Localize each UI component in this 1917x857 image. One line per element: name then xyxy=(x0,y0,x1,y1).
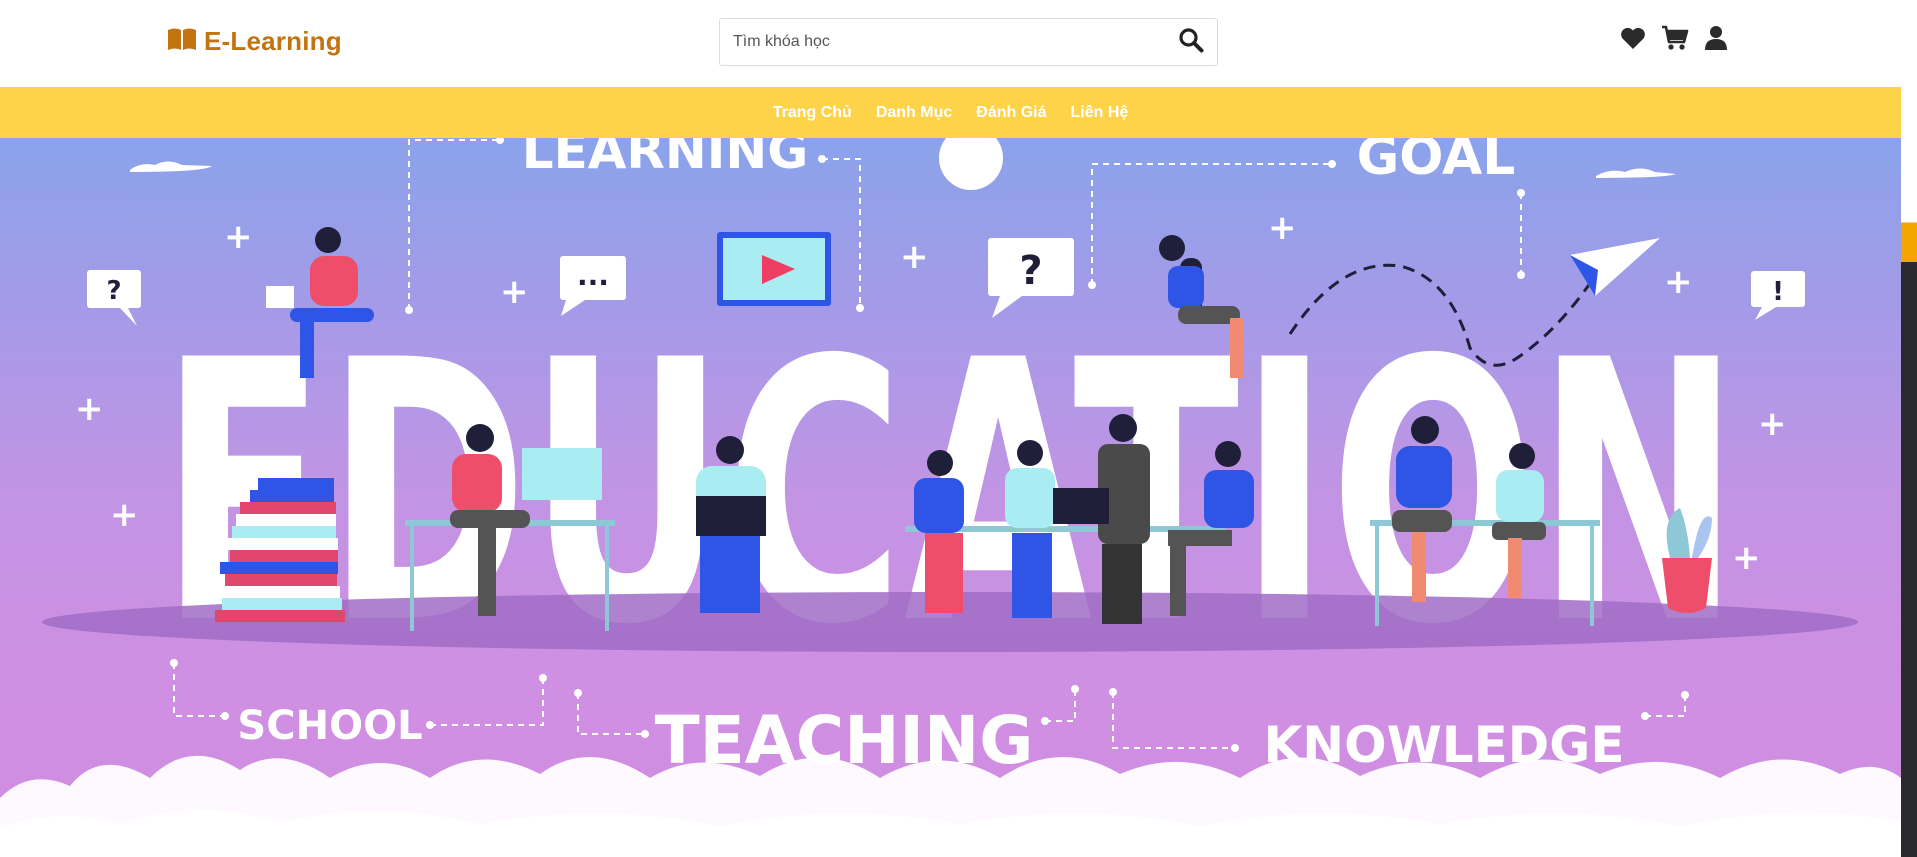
brand-name: E-Learning xyxy=(204,26,342,56)
search-box xyxy=(719,18,1218,66)
hero-banner: + + + + + + + + + ? ... ? ! LEARNING GOA… xyxy=(0,138,1901,857)
hero-word-learning: LEARNING xyxy=(522,138,809,180)
svg-text:+: + xyxy=(75,389,104,429)
book-icon xyxy=(167,27,197,56)
page-scrollbar[interactable] xyxy=(1901,0,1917,857)
cart-button[interactable] xyxy=(1660,24,1690,56)
sun-shape xyxy=(939,138,1003,190)
hero-word-school: SCHOOL xyxy=(237,703,422,749)
nav-item-contact[interactable]: Liên Hệ xyxy=(1071,104,1129,122)
bubble-exclaim-text: ! xyxy=(1772,277,1784,307)
scrollbar-thumb[interactable] xyxy=(1901,0,1917,262)
nav-item-home[interactable]: Trang Chủ xyxy=(773,104,852,122)
main-nav: Trang Chủ Danh Mục Đánh Giá Liên Hệ xyxy=(0,87,1901,138)
hero-word-goal: GOAL xyxy=(1357,138,1516,187)
account-button[interactable] xyxy=(1702,24,1732,56)
wishlist-button[interactable] xyxy=(1618,24,1648,56)
page: E-Learning Tìm khóa học Trang Chủ Danh M… xyxy=(0,0,1901,857)
svg-text:+: + xyxy=(1268,208,1297,248)
cloud-shape xyxy=(130,161,212,172)
search-button[interactable] xyxy=(1175,27,1207,57)
svg-text:+: + xyxy=(224,217,253,257)
svg-text:+: + xyxy=(110,495,139,535)
nav-item-reviews[interactable]: Đánh Giá xyxy=(976,104,1046,122)
cloud-shape xyxy=(1596,168,1676,178)
svg-text:+: + xyxy=(900,237,929,277)
site-header: E-Learning xyxy=(0,0,1901,87)
brand-logo[interactable]: E-Learning xyxy=(167,26,342,57)
hero-illustration: + + + + + + + + + ? ... ? ! LEARNING GOA… xyxy=(0,138,1901,857)
heart-icon xyxy=(1620,26,1646,55)
search-input[interactable] xyxy=(720,19,1173,65)
user-icon xyxy=(1704,25,1730,56)
cart-icon xyxy=(1661,25,1689,56)
bubble-question-text: ? xyxy=(106,276,121,306)
header-actions xyxy=(1618,24,1732,56)
nav-item-categories[interactable]: Danh Mục xyxy=(876,104,952,122)
svg-text:+: + xyxy=(1758,404,1787,444)
search-icon xyxy=(1178,27,1204,58)
